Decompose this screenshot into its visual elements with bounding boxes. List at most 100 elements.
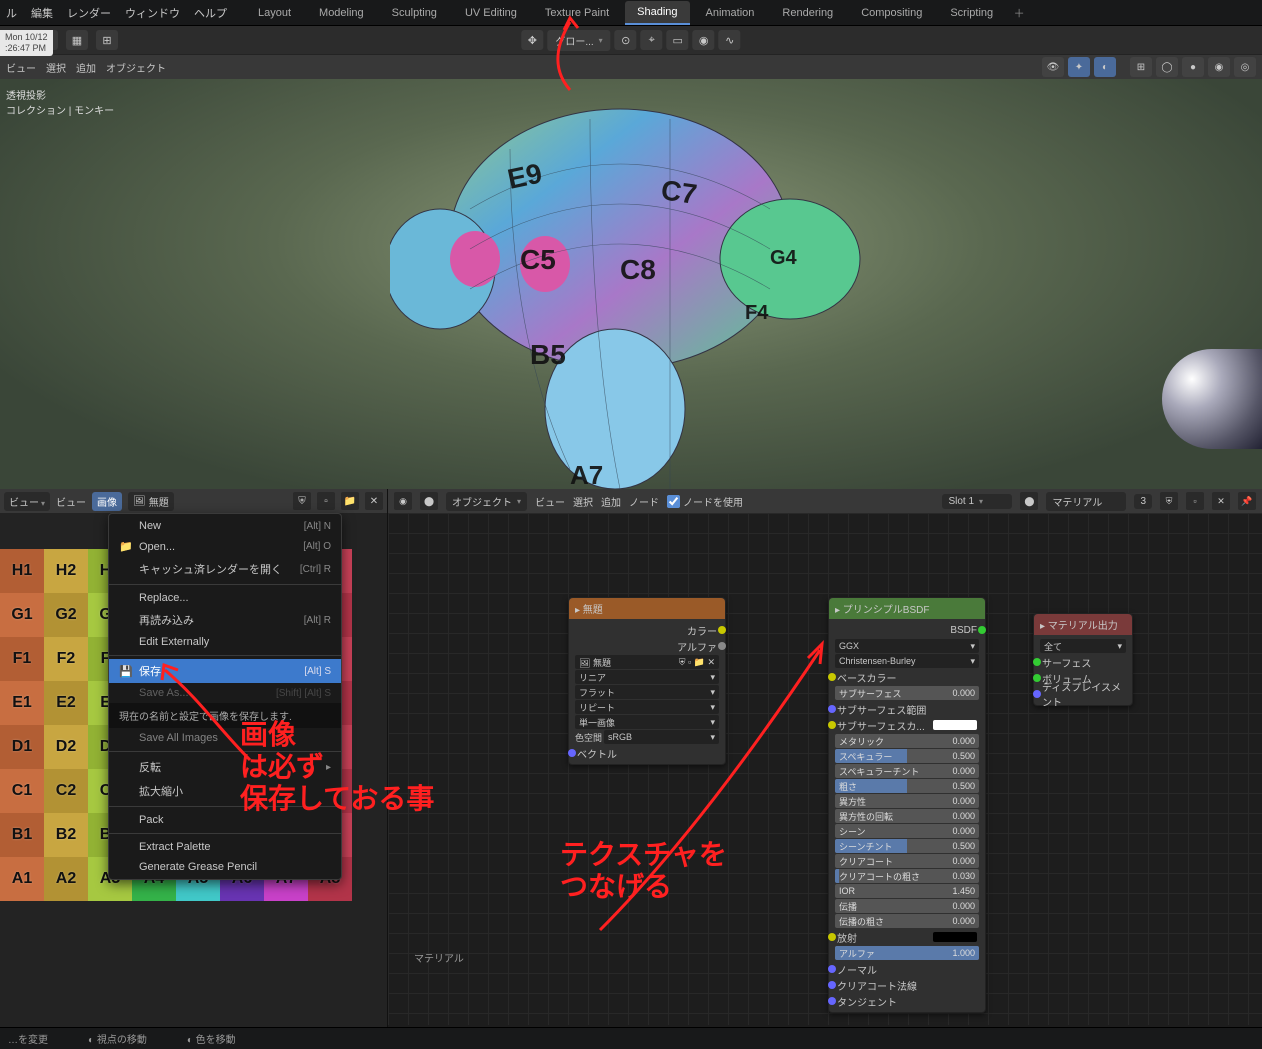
imgnode-proj[interactable]: フラット▾ bbox=[575, 685, 719, 699]
output-title[interactable]: ▸ マテリアル出力 bbox=[1034, 614, 1132, 635]
imgnode-colorspace[interactable]: sRGB▾ bbox=[604, 730, 719, 744]
bsdf-transrough[interactable]: 伝播の粗さ0.000 bbox=[835, 914, 979, 928]
sock-out-color[interactable]: カラー bbox=[573, 622, 721, 638]
mat-new-icon[interactable]: ▫ bbox=[1186, 492, 1204, 510]
shading-matprev-icon[interactable]: ◉ bbox=[1208, 57, 1230, 77]
tab-scripting[interactable]: Scripting bbox=[938, 1, 1005, 25]
tab-modeling[interactable]: Modeling bbox=[307, 1, 376, 25]
uv-image-menu[interactable]: 画像 bbox=[92, 492, 122, 511]
sock-out-alpha[interactable]: アルファ bbox=[573, 638, 721, 654]
tab-rendering[interactable]: Rendering bbox=[770, 1, 845, 25]
slot-dd[interactable]: Slot 1 bbox=[942, 494, 1012, 509]
bsdf-metal[interactable]: メタリック0.000 bbox=[835, 734, 979, 748]
uv-newimage-icon[interactable]: ▫ bbox=[317, 492, 335, 510]
material-output-node[interactable]: ▸ マテリアル出力 全て▾ サーフェス ボリューム ディスプレイスメント bbox=[1033, 613, 1133, 706]
gizmo-icon[interactable]: ✦ bbox=[1068, 57, 1090, 77]
viewport-3d[interactable]: 透視投影 コレクション | モンキー E9 C7 C5 C8 G4 bbox=[0, 79, 1262, 489]
uv-editor-dd[interactable]: ビュー bbox=[4, 492, 50, 511]
menu-edit[interactable]: 編集 bbox=[31, 5, 53, 21]
tab-uv[interactable]: UV Editing bbox=[453, 1, 529, 25]
proportional-icon[interactable]: ◉ bbox=[693, 30, 715, 50]
mat-unlink-icon[interactable]: ✕ bbox=[1212, 492, 1230, 510]
sock-out-bsdf[interactable]: BSDF bbox=[833, 622, 981, 638]
tab-compositing[interactable]: Compositing bbox=[849, 1, 934, 25]
menu-extract[interactable]: Extract Palette bbox=[109, 837, 341, 857]
orientation-icon[interactable]: ✥ bbox=[521, 30, 543, 50]
mat-pin-icon[interactable]: 📌 bbox=[1238, 492, 1256, 510]
viewrow-object[interactable]: オブジェクト bbox=[106, 60, 166, 75]
sock-tangent[interactable]: タンジェント bbox=[833, 993, 981, 1009]
snap-target-icon[interactable]: ▭ bbox=[667, 30, 689, 50]
layout-icon-2[interactable]: ▦ bbox=[66, 30, 88, 50]
menu-file[interactable]: ル bbox=[6, 5, 17, 21]
node-select[interactable]: 選択 bbox=[573, 494, 593, 509]
imgnode-source[interactable]: 単一画像▾ bbox=[575, 715, 719, 729]
bsdf-rough[interactable]: 粗さ0.500 bbox=[835, 779, 979, 793]
menu-render[interactable]: レンダー bbox=[67, 5, 111, 21]
snap-icon[interactable]: ⌖ bbox=[641, 30, 663, 50]
uv-shield-icon[interactable]: ⛨ bbox=[293, 492, 311, 510]
node-node[interactable]: ノード bbox=[629, 494, 659, 509]
viewrow-add[interactable]: 追加 bbox=[76, 60, 96, 75]
bsdf-dist[interactable]: GGX▾ bbox=[835, 639, 979, 653]
menu-help[interactable]: ヘルプ bbox=[194, 5, 227, 21]
tab-shading[interactable]: Shading bbox=[625, 1, 689, 25]
bsdf-trans[interactable]: 伝播0.000 bbox=[835, 899, 979, 913]
matball-icon[interactable]: ⬤ bbox=[1020, 492, 1038, 510]
tab-texpaint[interactable]: Texture Paint bbox=[533, 1, 621, 25]
uv-view[interactable]: ビュー bbox=[56, 494, 86, 509]
bsdf-title[interactable]: ▸ プリンシプルBSDF bbox=[829, 598, 985, 619]
xray-icon[interactable]: ⊞ bbox=[1130, 57, 1152, 77]
viewrow-select[interactable]: 選択 bbox=[46, 60, 66, 75]
menu-grease[interactable]: Generate Grease Pencil bbox=[109, 857, 341, 877]
sock-normal[interactable]: ノーマル bbox=[833, 961, 981, 977]
node-context-dd[interactable]: オブジェクト bbox=[446, 492, 527, 511]
menu-open[interactable]: 📁Open...[Alt] O bbox=[109, 536, 341, 557]
uv-close-icon[interactable]: ✕ bbox=[365, 492, 383, 510]
use-nodes-checkbox[interactable] bbox=[667, 495, 680, 508]
node-view[interactable]: ビュー bbox=[535, 494, 565, 509]
menu-save-as[interactable]: Save As...[Shift] [Alt] S bbox=[109, 683, 341, 703]
visibility-icon[interactable]: 👁 bbox=[1042, 57, 1064, 77]
transform-mode[interactable]: グロー... bbox=[547, 30, 610, 51]
bsdf-subs[interactable]: サブサーフェス0.000 bbox=[835, 686, 979, 700]
bsdf-cc[interactable]: クリアコート0.000 bbox=[835, 854, 979, 868]
uv-openfolder-icon[interactable]: 📁 bbox=[341, 492, 359, 510]
uv-image-field[interactable]: 🖼 無題 bbox=[128, 492, 174, 511]
menu-save[interactable]: 💾保存[Alt] S bbox=[109, 659, 341, 683]
imgnode-image-dd[interactable]: 🖼 無題⛨ ▫ 📁 ✕ bbox=[575, 655, 719, 669]
node-graph[interactable]: ▸ 無題 カラー アルファ 🖼 無題⛨ ▫ 📁 ✕ リニア▾ フラット▾ リピー… bbox=[388, 513, 1262, 1025]
menu-new[interactable]: New[Alt] N bbox=[109, 516, 341, 536]
tab-animation[interactable]: Animation bbox=[694, 1, 767, 25]
shading-rendered-icon[interactable]: ◎ bbox=[1234, 57, 1256, 77]
bsdf-spec[interactable]: スペキュラー0.500 bbox=[835, 749, 979, 763]
menu-window[interactable]: ウィンドウ bbox=[125, 5, 180, 21]
sock-scolor[interactable]: サブサーフェスカ... bbox=[833, 717, 981, 733]
menu-scale[interactable]: 拡大縮小 bbox=[109, 779, 341, 803]
sock-sradius[interactable]: サブサーフェス範囲 bbox=[833, 701, 981, 717]
pivot-icon[interactable]: ⊙ bbox=[615, 30, 637, 50]
image-texture-node[interactable]: ▸ 無題 カラー アルファ 🖼 無題⛨ ▫ 📁 ✕ リニア▾ フラット▾ リピー… bbox=[568, 597, 726, 765]
menu-replace[interactable]: Replace... bbox=[109, 588, 341, 608]
sock-disp[interactable]: ディスプレイスメント bbox=[1038, 686, 1128, 702]
imgnode-title[interactable]: ▸ 無題 bbox=[569, 598, 725, 619]
sock-emit[interactable]: 放射 bbox=[833, 929, 981, 945]
sock-in-vector[interactable]: ベクトル bbox=[573, 745, 721, 761]
bsdf-alpha[interactable]: アルファ1.000 bbox=[835, 946, 979, 960]
menu-save-all[interactable]: Save All Images bbox=[109, 728, 341, 748]
menu-reload[interactable]: 再読み込み[Alt] R bbox=[109, 608, 341, 632]
imgnode-interp[interactable]: リニア▾ bbox=[575, 670, 719, 684]
node-add[interactable]: 追加 bbox=[601, 494, 621, 509]
shading-wire-icon[interactable]: ◯ bbox=[1156, 57, 1178, 77]
nodetype-shader-icon[interactable]: ⬤ bbox=[420, 492, 438, 510]
principled-bsdf-node[interactable]: ▸ プリンシプルBSDF BSDF GGX▾ Christensen-Burle… bbox=[828, 597, 986, 1013]
bsdf-sheen[interactable]: シーン0.000 bbox=[835, 824, 979, 838]
viewrow-view[interactable]: ビュー bbox=[6, 60, 36, 75]
bsdf-ior[interactable]: IOR1.450 bbox=[835, 884, 979, 898]
tab-layout[interactable]: Layout bbox=[246, 1, 303, 25]
overlay-icon[interactable]: ◐ bbox=[1094, 57, 1116, 77]
shading-solid-icon[interactable]: ● bbox=[1182, 57, 1204, 77]
falloff-icon[interactable]: ∿ bbox=[719, 30, 741, 50]
layout-icon-3[interactable]: ⊞ bbox=[96, 30, 118, 50]
bsdf-ccrough[interactable]: クリアコートの粗さ0.030 bbox=[835, 869, 979, 883]
